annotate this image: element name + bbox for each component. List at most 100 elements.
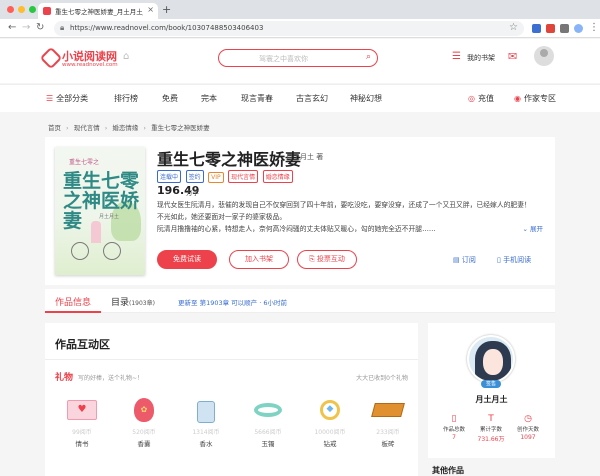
browser-tab-bar: 重生七零之神医娇妻_月土月土_ × + xyxy=(0,0,600,19)
breadcrumb-item[interactable]: 婚恋情缘 xyxy=(112,124,138,132)
logo-icon[interactable] xyxy=(39,46,63,70)
gift-item[interactable]: ✿ 520阅币 香囊 xyxy=(117,395,171,448)
stat-value: 7 xyxy=(452,434,456,441)
perfume-icon xyxy=(189,395,223,425)
mobile-read-link[interactable]: ▯ 手机阅读 xyxy=(497,255,531,265)
gift-item[interactable]: ♥ 99阅币 情书 xyxy=(55,395,109,448)
stat-label: 作品总数 xyxy=(442,427,465,433)
toc-label: 目录 xyxy=(111,298,130,308)
nav-author-zone[interactable]: ◉ 作家专区 xyxy=(514,93,556,104)
profile-icon[interactable] xyxy=(574,24,583,33)
address-bar-row: ← → ↻ 🔒︎ https://www.readnovel.com/book/… xyxy=(0,19,600,38)
book-tags: 连载中 签约 VIP 现代言情 婚恋情缘 xyxy=(157,170,295,183)
tab-book-info[interactable]: 作品信息 xyxy=(55,295,91,308)
author-zone-label: 作家专区 xyxy=(523,94,556,103)
gift-name: 香水 xyxy=(199,440,213,448)
nav-all-categories[interactable]: ☰ 全部分类 xyxy=(46,93,88,104)
tag-subcategory[interactable]: 婚恋情缘 xyxy=(262,170,293,183)
breadcrumb-separator: › xyxy=(104,124,108,132)
breadcrumb-item[interactable]: 现代言情 xyxy=(74,124,100,132)
extension-icon[interactable] xyxy=(560,24,569,33)
breadcrumb-item[interactable]: 首页 xyxy=(48,124,61,132)
love-letter-icon: ♥ xyxy=(65,395,99,425)
gift-hint: 写的好棒，送个礼物~！ xyxy=(78,375,144,382)
tab-close-icon[interactable]: × xyxy=(147,5,154,14)
nav-free[interactable]: 免费 xyxy=(162,93,178,104)
window-minimize-button[interactable] xyxy=(18,6,25,13)
gift-item[interactable]: ◆ 10000阅币 钻戒 xyxy=(303,395,357,448)
extension-icon[interactable] xyxy=(546,24,555,33)
author-name[interactable]: 月土月土 xyxy=(428,394,555,405)
other-works-heading: 其他作品 xyxy=(432,466,464,475)
cover-author: 月土月土 xyxy=(99,214,120,220)
stat-value: 731.66万 xyxy=(477,436,505,443)
gift-name: 钻戒 xyxy=(323,440,337,448)
subscribe-icon: ▤ xyxy=(453,256,462,264)
window-close-button[interactable] xyxy=(7,6,14,13)
gift-price: 233阅币 xyxy=(376,429,400,436)
cover-subtitle: 重生七零之 xyxy=(69,159,100,166)
subscribe-link[interactable]: ▤ 订阅 xyxy=(453,255,476,265)
vote-icon: ⎘ xyxy=(309,255,317,263)
forward-icon[interactable]: → xyxy=(22,22,30,33)
breadcrumb-current: 重生七零之神医娇妻 xyxy=(151,124,210,132)
mail-icon[interactable]: ✉ xyxy=(508,50,517,63)
search-icon[interactable]: ⌕ xyxy=(366,52,371,62)
vote-interact-button[interactable]: ⎘ 投票互动 xyxy=(297,250,357,269)
tag-status: 连载中 xyxy=(157,170,182,183)
book-cover[interactable]: 重生七零之 重生七零之神医娇妻 月土月土 xyxy=(55,147,145,275)
bookshelf-icon[interactable]: ☰ xyxy=(452,51,461,62)
nav-mystery-fantasy[interactable]: 神秘幻想 xyxy=(350,93,382,104)
expand-description-link[interactable]: ⌄ 展开 xyxy=(522,223,543,233)
extension-icon[interactable] xyxy=(532,24,541,33)
jade-bracelet-icon xyxy=(251,395,285,425)
tag-signed: 签约 xyxy=(185,170,204,183)
gift-item[interactable]: 1314阅币 香水 xyxy=(179,395,233,448)
gift-item[interactable]: 233阅币 板砖 xyxy=(361,395,415,448)
recharge-label: 充值 xyxy=(477,94,494,103)
back-icon[interactable]: ← xyxy=(8,22,16,33)
chevron-down-icon: ⌄ xyxy=(522,225,528,233)
gift-name: 板砖 xyxy=(381,440,395,448)
home-icon[interactable]: ⌂ xyxy=(123,51,129,62)
gift-price: 99阅币 xyxy=(72,429,92,436)
avatar-face-art xyxy=(483,349,503,375)
site-header: 小说阅读网 www.readnovel.com ⌂ 驾寰之中喜欢你 ⌕ ☰ 我的… xyxy=(0,39,600,83)
reload-icon[interactable]: ↻ xyxy=(36,22,44,33)
my-bookshelf-link[interactable]: 我的书架 xyxy=(467,53,495,63)
add-to-shelf-button[interactable]: 加入书架 xyxy=(229,250,289,269)
toc-count: (1903章) xyxy=(129,300,155,307)
new-tab-icon[interactable]: + xyxy=(162,3,171,16)
url-field[interactable]: 🔒︎ https://www.readnovel.com/book/103074… xyxy=(54,21,524,36)
word-count-icon: T xyxy=(488,414,494,424)
search-input[interactable]: 驾寰之中喜欢你 ⌕ xyxy=(218,49,378,67)
nav-ancient-fantasy[interactable]: 古言玄幻 xyxy=(296,93,328,104)
word-count-unit: 万字 xyxy=(186,189,199,197)
book-author[interactable]: 月土月土 著 xyxy=(286,152,323,162)
lock-icon: 🔒︎ xyxy=(60,23,65,32)
description-line: 不光如此，她还要面对一家子的婆家极品。 xyxy=(157,213,287,221)
author-avatar[interactable] xyxy=(467,335,515,383)
works-count-icon: ▯ xyxy=(451,414,457,424)
browser-menu-icon[interactable]: ⋮ xyxy=(589,22,599,33)
author-stat: T 累计字数 731.66万 xyxy=(473,414,509,443)
user-avatar[interactable] xyxy=(534,46,554,66)
browser-tab-title: 重生七零之神医娇妻_月土月土_ xyxy=(55,8,143,16)
nav-completed[interactable]: 完本 xyxy=(201,93,217,104)
gift-item[interactable]: 5666阅币 玉镯 xyxy=(241,395,295,448)
nav-ranking[interactable]: 排行榜 xyxy=(114,93,138,104)
divider xyxy=(45,359,418,360)
free-read-button[interactable]: 免费试读 xyxy=(157,250,217,269)
window-maximize-button[interactable] xyxy=(29,6,36,13)
breadcrumb-separator: › xyxy=(66,124,69,132)
nav-modern-romance[interactable]: 现言青春 xyxy=(241,93,273,104)
tag-category[interactable]: 现代言情 xyxy=(228,170,259,183)
nav-recharge[interactable]: ◎ 充值 xyxy=(468,93,494,104)
browser-tab[interactable]: 重生七零之神医娇妻_月土月土_ × xyxy=(38,3,158,19)
latest-update-link[interactable]: 更新至 第1903章 可以顺产 · 6小时前 xyxy=(178,297,287,307)
author-stat: ◷ 创作天数 1097 xyxy=(510,414,546,441)
vote-label: 投票互动 xyxy=(316,255,345,263)
author-icon: ◉ xyxy=(514,94,521,103)
tab-table-of-contents[interactable]: 目录(1903章) xyxy=(111,295,155,308)
bookmark-star-icon[interactable]: ☆ xyxy=(509,22,518,33)
